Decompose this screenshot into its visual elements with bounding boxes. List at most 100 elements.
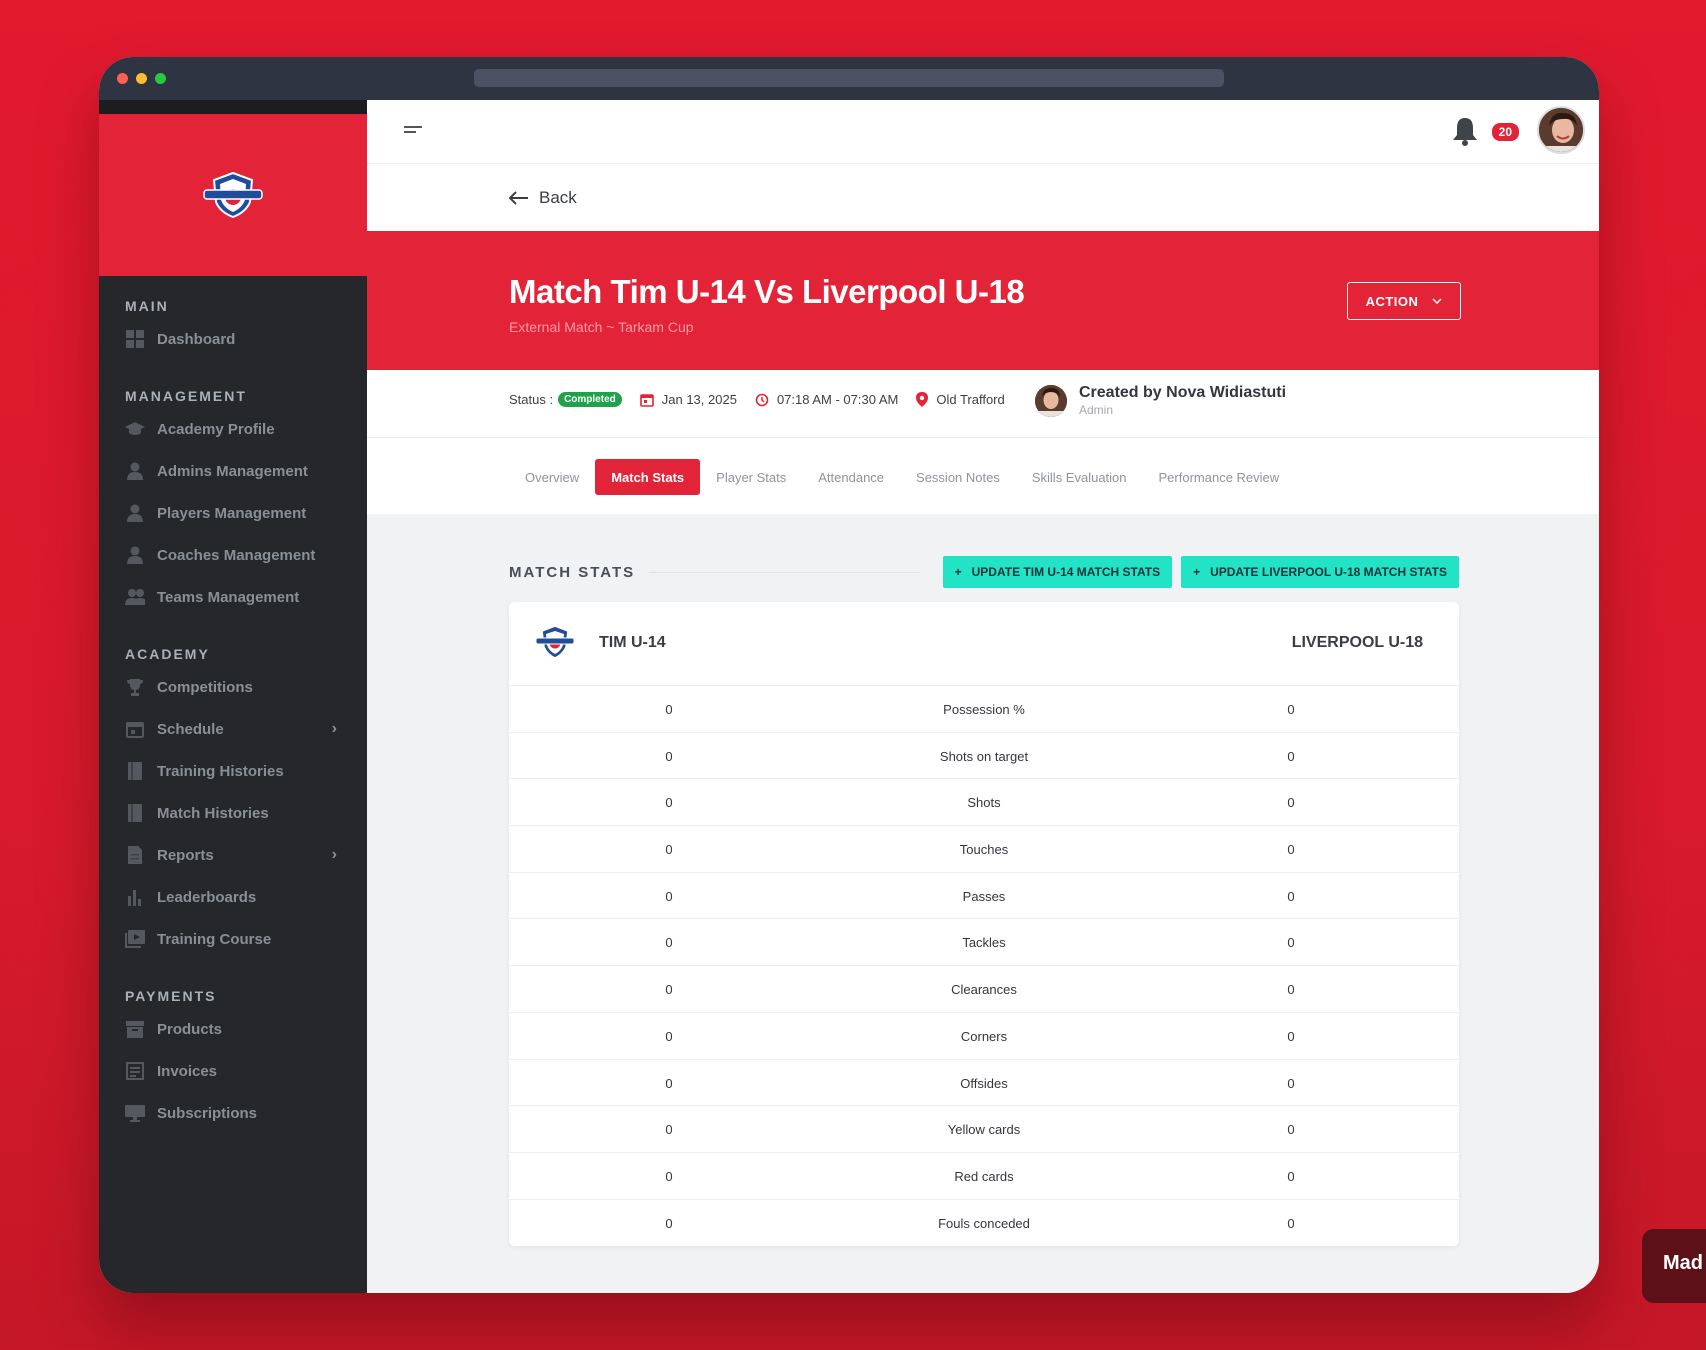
tab-match-stats[interactable]: Match Stats bbox=[595, 459, 701, 495]
window-controls bbox=[117, 73, 166, 84]
logo-area[interactable] bbox=[99, 114, 367, 276]
back-label: Back bbox=[539, 188, 577, 207]
calendar-icon bbox=[639, 393, 654, 407]
table-row: 0 Offsides 0 bbox=[509, 1060, 1459, 1107]
sidebar-item-academy-profile[interactable]: Academy Profile bbox=[99, 408, 367, 450]
main-content: 20 Back Match Tim U-14 Vs Liverpool U-18… bbox=[367, 100, 1599, 1293]
update-team-a-stats-button[interactable]: + UPDATE TIM U-14 MATCH STATS bbox=[942, 556, 1173, 588]
team-a-value: 0 bbox=[665, 1215, 673, 1231]
stat-name: Shots on target bbox=[939, 748, 1029, 764]
minimize-dot[interactable] bbox=[136, 73, 147, 84]
video-icon bbox=[125, 930, 145, 948]
table-row: 0 Possession % 0 bbox=[509, 686, 1459, 733]
table-row: 0 Passes 0 bbox=[509, 873, 1459, 920]
address-bar[interactable] bbox=[474, 69, 1224, 87]
stats-table: 0 Possession % 0 0 Shots on target 0 0 Shots 0 0 T… bbox=[509, 686, 1459, 1246]
stat-name: Fouls conceded bbox=[938, 1215, 1030, 1231]
maximize-dot[interactable] bbox=[155, 73, 166, 84]
back-button[interactable]: Back bbox=[509, 188, 577, 208]
browser-titlebar bbox=[99, 57, 1599, 100]
tab-list: Overview Match Stats Player Stats Attend… bbox=[509, 459, 1295, 495]
team-logo bbox=[533, 624, 577, 665]
clock-icon bbox=[755, 393, 769, 406]
stat-name: Tackles bbox=[962, 935, 1006, 951]
team-a-value: 0 bbox=[665, 748, 673, 764]
team-a-value: 0 bbox=[665, 982, 673, 998]
user-icon bbox=[125, 546, 145, 564]
receipt-icon bbox=[125, 1062, 145, 1080]
made-with-badge[interactable]: Mad bbox=[1642, 1229, 1706, 1303]
book-icon bbox=[125, 804, 145, 822]
tab-overview[interactable]: Overview bbox=[509, 459, 595, 495]
tab-attendance[interactable]: Attendance bbox=[802, 459, 900, 495]
action-dropdown-button[interactable]: ACTION bbox=[1347, 282, 1461, 320]
user-icon bbox=[125, 504, 145, 522]
stats-title: MATCH STATS bbox=[509, 563, 636, 581]
sidebar-item-invoices[interactable]: Invoices bbox=[99, 1050, 367, 1092]
table-row: 0 Red cards 0 bbox=[509, 1153, 1459, 1200]
creator-name: Created by Nova Widiastuti bbox=[1079, 384, 1287, 401]
sidebar-item-label: Teams Management bbox=[157, 588, 300, 606]
sidebar-item-label: Reports bbox=[157, 846, 214, 864]
tab-session-notes[interactable]: Session Notes bbox=[900, 459, 1016, 495]
academy-logo bbox=[203, 171, 263, 219]
sidebar-item-schedule[interactable]: Schedule › bbox=[99, 708, 367, 750]
teams-header: TIM U-14 LIVERPOOL U-18 bbox=[509, 602, 1459, 686]
team-b-value: 0 bbox=[1287, 1215, 1295, 1231]
sidebar-item-products[interactable]: Products bbox=[99, 1008, 367, 1050]
stat-name: Touches bbox=[959, 842, 1009, 858]
graduation-cap-icon bbox=[125, 420, 145, 438]
sidebar-item-dashboard[interactable]: Dashboard bbox=[99, 318, 367, 360]
sidebar-item-label: Training Course bbox=[157, 930, 272, 948]
sidebar-item-training-course[interactable]: Training Course bbox=[99, 918, 367, 960]
team-b-value: 0 bbox=[1287, 1168, 1295, 1184]
sidebar-strip bbox=[99, 100, 367, 114]
bell-icon[interactable] bbox=[1451, 116, 1479, 151]
plus-icon: + bbox=[1193, 565, 1201, 579]
document-icon bbox=[125, 846, 145, 864]
sidebar-item-label: Training Histories bbox=[157, 762, 284, 780]
team-a-value: 0 bbox=[665, 795, 673, 811]
app: MAIN Dashboard MANAGEMENT Academy Profil… bbox=[99, 100, 1599, 1293]
sidebar-item-teams-management[interactable]: Teams Management bbox=[99, 576, 367, 618]
sidebar-item-players-management[interactable]: Players Management bbox=[99, 492, 367, 534]
team-a-value: 0 bbox=[665, 1028, 673, 1044]
sidebar-item-coaches-management[interactable]: Coaches Management bbox=[99, 534, 367, 576]
close-dot[interactable] bbox=[117, 73, 128, 84]
browser-window: MAIN Dashboard MANAGEMENT Academy Profil… bbox=[99, 57, 1599, 1293]
tab-player-stats[interactable]: Player Stats bbox=[700, 459, 802, 495]
sidebar-item-reports[interactable]: Reports › bbox=[99, 834, 367, 876]
chevron-right-icon[interactable]: › bbox=[332, 720, 337, 738]
tab-skills-evaluation[interactable]: Skills Evaluation bbox=[1016, 459, 1143, 495]
stat-name: Yellow cards bbox=[947, 1122, 1021, 1138]
sidebar-item-match-histories[interactable]: Match Histories bbox=[99, 792, 367, 834]
sidebar-item-competitions[interactable]: Competitions bbox=[99, 666, 367, 708]
sidebar-item-subscriptions[interactable]: Subscriptions bbox=[99, 1092, 367, 1134]
user-avatar[interactable] bbox=[1537, 106, 1585, 154]
team-b-value: 0 bbox=[1287, 982, 1295, 998]
table-row: 0 Corners 0 bbox=[509, 1013, 1459, 1060]
stat-name: Shots bbox=[967, 795, 1001, 811]
sidebar-item-leaderboards[interactable]: Leaderboards bbox=[99, 876, 367, 918]
sidebar-item-label: Subscriptions bbox=[157, 1104, 258, 1122]
team-b-value: 0 bbox=[1287, 1075, 1295, 1091]
update-team-b-stats-button[interactable]: + UPDATE LIVERPOOL U-18 MATCH STATS bbox=[1181, 556, 1459, 588]
menu-toggle-icon[interactable] bbox=[404, 126, 422, 136]
team-b-value: 0 bbox=[1287, 795, 1295, 811]
sidebar-item-admins-management[interactable]: Admins Management bbox=[99, 450, 367, 492]
sidebar-nav: MAIN Dashboard MANAGEMENT Academy Profil… bbox=[99, 276, 367, 1134]
team-b-value: 0 bbox=[1287, 935, 1295, 951]
book-icon bbox=[125, 762, 145, 780]
chevron-right-icon[interactable]: › bbox=[332, 846, 337, 864]
match-venue: Old Trafford bbox=[936, 392, 1005, 407]
tab-performance-review[interactable]: Performance Review bbox=[1143, 459, 1296, 495]
team-a-value: 0 bbox=[665, 1168, 673, 1184]
sidebar: MAIN Dashboard MANAGEMENT Academy Profil… bbox=[99, 100, 367, 1293]
sidebar-item-label: Players Management bbox=[157, 504, 307, 522]
match-time: 07:18 AM - 07:30 AM bbox=[776, 392, 899, 407]
section-management-heading: MANAGEMENT bbox=[125, 388, 247, 404]
plus-icon: + bbox=[954, 565, 962, 579]
sidebar-item-training-histories[interactable]: Training Histories bbox=[99, 750, 367, 792]
chevron-down-icon bbox=[1432, 298, 1442, 304]
notification-count-badge: 20 bbox=[1489, 121, 1521, 143]
